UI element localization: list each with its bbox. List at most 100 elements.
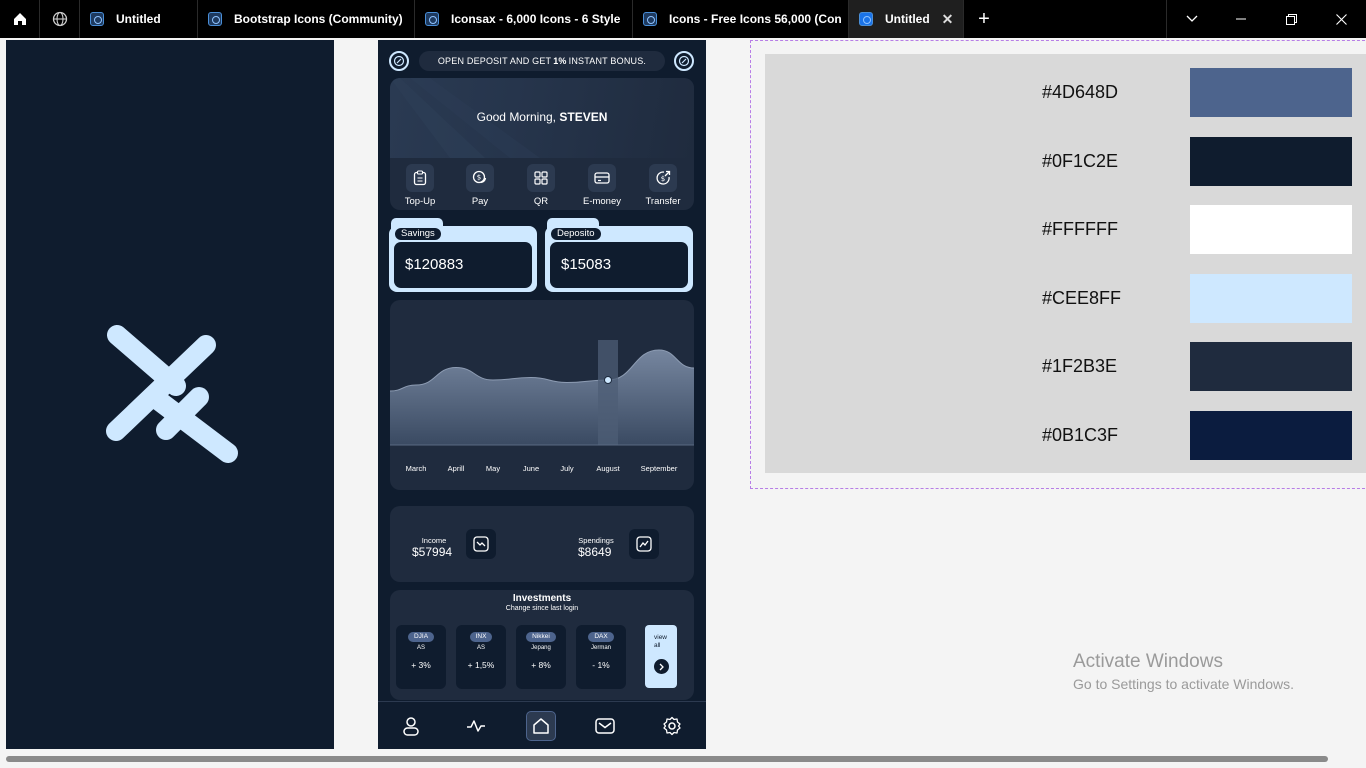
account-label: Savings [395, 228, 441, 240]
quick-action-topup[interactable]: Top-Up [391, 164, 449, 207]
new-tab-button[interactable]: + [964, 0, 1004, 38]
home-button[interactable] [0, 0, 40, 38]
account-amount: $15083 [550, 242, 688, 288]
stock-change: - 1% [592, 660, 610, 670]
stock-change: + 8% [531, 660, 551, 670]
quick-action-label: Pay [471, 196, 489, 207]
globe-button[interactable] [40, 0, 80, 38]
view-all-label: view all [654, 634, 668, 649]
profile-icon[interactable] [396, 711, 426, 741]
tab-free-icons[interactable]: Icons - Free Icons 56,000 (Con [633, 0, 849, 38]
investments-card: Investments Change since last login DJIA… [390, 590, 694, 700]
area-chart [390, 340, 694, 446]
mobile-app-frame[interactable]: OPEN DEPOSIT AND GET 1% INSTANT BONUS. G… [378, 40, 706, 749]
discount-badge-icon[interactable] [674, 51, 694, 71]
chart-highlight-band [598, 340, 618, 445]
savings-card[interactable]: Savings $120883 [389, 218, 537, 292]
palette-row[interactable]: #CEE8FF [765, 274, 1366, 324]
tab-label: Untitled [885, 12, 930, 26]
stock-card[interactable]: Nikkei Jepang + 8% [516, 625, 566, 689]
figma-favicon-icon [90, 12, 104, 26]
activity-icon[interactable] [461, 711, 491, 741]
stock-change: + 3% [411, 660, 431, 670]
tab-untitled-1[interactable]: Untitled [80, 0, 198, 38]
tab-label: Untitled [116, 12, 161, 26]
quick-action-pay[interactable]: $ Pay [451, 164, 509, 207]
account-label: Deposito [551, 228, 601, 240]
home-icon[interactable] [526, 711, 556, 741]
chart-x-tick-label: May [485, 464, 501, 473]
restore-button[interactable] [1266, 0, 1316, 38]
figma-favicon-icon [208, 12, 222, 26]
stock-card[interactable]: DAX Jerman - 1% [576, 625, 626, 689]
swatch-hex: #CEE8FF [1042, 288, 1122, 308]
clipboard-icon [406, 164, 434, 192]
tab-untitled-active[interactable]: Untitled ✕ [849, 0, 964, 38]
chart-x-tick-label: September [640, 464, 678, 473]
quick-action-emoney[interactable]: E-money [573, 164, 631, 207]
settings-icon[interactable] [657, 711, 687, 741]
swatch-hex: #0B1C3F [1042, 425, 1119, 445]
chart-up-icon[interactable] [629, 529, 659, 559]
income-spendings-card: Income $57994 Spendings $8649 [390, 506, 694, 582]
quick-action-label: Transfer [645, 196, 681, 207]
color-swatch [1190, 411, 1352, 460]
stock-change: + 1,5% [467, 660, 495, 670]
greeting-card: Good Morning, STEVEN Top-Up $ Pay QR E-m… [390, 78, 694, 210]
tab-bootstrap-icons[interactable]: Bootstrap Icons (Community) [198, 0, 415, 38]
bottom-navigation [378, 701, 706, 749]
stock-card[interactable]: DJIA AS + 3% [396, 625, 446, 689]
quick-action-qr[interactable]: QR [512, 164, 570, 207]
tab-iconsax[interactable]: Iconsax - 6,000 Icons - 6 Style [415, 0, 633, 38]
palette-row[interactable]: #0B1C3F [765, 411, 1366, 461]
palette-row[interactable]: #FFFFFF [765, 205, 1366, 255]
tab-list-button[interactable] [1166, 0, 1216, 38]
chart-x-tick-label: July [560, 464, 574, 473]
view-all-button[interactable]: view all [645, 625, 677, 688]
chart-x-tick-label: August [596, 464, 620, 473]
color-swatch [1190, 205, 1352, 254]
figma-favicon-icon [859, 12, 873, 26]
promo-banner[interactable]: OPEN DEPOSIT AND GET 1% INSTANT BONUS. [419, 51, 665, 71]
balance-chart[interactable]: March Aprill May June July August September [390, 300, 694, 490]
color-swatch [1190, 137, 1352, 186]
quick-action-label: E-money [582, 196, 621, 207]
stock-card[interactable]: INX AS + 1,5% [456, 625, 506, 689]
svg-text:$: $ [661, 175, 665, 183]
stock-exchange: Jepang [531, 645, 551, 651]
chart-down-icon[interactable] [466, 529, 496, 559]
close-window-button[interactable] [1316, 0, 1366, 38]
color-swatch [1190, 274, 1352, 323]
stock-exchange: AS [476, 645, 485, 651]
palette-row[interactable]: #4D648D [765, 68, 1366, 118]
close-tab-icon[interactable]: ✕ [942, 11, 954, 28]
horizontal-scrollbar[interactable] [6, 756, 1328, 762]
stock-ticker: DAX [588, 632, 614, 642]
mail-icon[interactable] [590, 711, 620, 741]
discount-badge-icon[interactable] [389, 51, 409, 71]
figma-favicon-icon [643, 12, 657, 26]
qr-scan-icon [527, 164, 555, 192]
chart-x-tick-label: March [405, 464, 427, 473]
palette-row[interactable]: #0F1C2E [765, 137, 1366, 187]
minimize-icon [1236, 18, 1246, 20]
palette-row[interactable]: #1F2B3E [765, 342, 1366, 392]
tab-label: Iconsax - 6,000 Icons - 6 Style [451, 12, 621, 26]
svg-text:$: $ [477, 174, 481, 182]
color-palette[interactable]: #4D648D #0F1C2E #FFFFFF #CEE8FF #1F2B3E … [765, 54, 1366, 473]
deposito-card[interactable]: Deposito $15083 [545, 218, 693, 292]
stock-ticker: INX [469, 632, 493, 642]
close-icon [1335, 13, 1347, 25]
greeting-prefix: Good Morning, [476, 110, 557, 124]
swatch-hex: #FFFFFF [1042, 219, 1118, 239]
swatch-hex: #0F1C2E [1042, 151, 1119, 171]
greeting-text: Good Morning, STEVEN [390, 110, 694, 124]
stock-exchange: Jerman [590, 645, 611, 651]
chart-x-tick-label: June [522, 464, 540, 473]
activation-watermark-subtitle: Go to Settings to activate Windows. [1073, 676, 1294, 692]
chart-point[interactable] [604, 376, 612, 384]
quick-action-transfer[interactable]: $ Transfer [634, 164, 692, 207]
splash-frame[interactable] [6, 40, 334, 749]
minimize-button[interactable] [1216, 0, 1266, 38]
investments-subtitle: Change since last login [505, 605, 579, 612]
